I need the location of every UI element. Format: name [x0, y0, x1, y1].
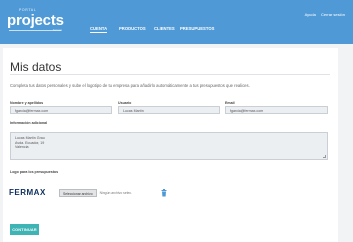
name-label: Nombre y apellidos	[10, 101, 44, 105]
company-logo-preview: FERMAX	[9, 188, 46, 197]
account-card: Mis datos Completa tus datos personales …	[3, 48, 338, 242]
nav-item-presupuestos[interactable]: Presupuestos	[180, 26, 214, 31]
trash-icon[interactable]	[161, 189, 167, 197]
file-input: Seleccionar archivo Ningún archivo selec…	[59, 189, 157, 197]
name-field[interactable]: fgarcia@fermax.com	[10, 106, 112, 114]
additional-info-textarea[interactable]: Lucas Martín Grau Avda. Ecuador, 19 Vale…	[10, 132, 328, 160]
email-field[interactable]: fgarcia@fermax.com	[225, 106, 328, 114]
additional-info-label: Información adicional	[10, 121, 48, 125]
logo-tag-text: fermax	[53, 28, 63, 32]
logo-upload-label: Logo para los presupuestos	[10, 170, 59, 174]
logout-link[interactable]: Cerrar sesión	[321, 12, 345, 17]
title-divider	[10, 74, 330, 75]
additional-info-line: Valencia	[15, 145, 29, 150]
resize-handle[interactable]	[323, 155, 326, 158]
page-description: Completa tus datos personales y sube el …	[10, 83, 250, 88]
select-file-button[interactable]: Seleccionar archivo	[59, 189, 97, 197]
nav-item-productos[interactable]: Productos	[119, 26, 146, 31]
help-link[interactable]: Ayuda	[305, 12, 316, 17]
file-status-text: Ningún archivo selec.	[99, 191, 133, 195]
email-label: Email	[225, 101, 235, 105]
top-header: PORTAL projects fermax Cuenta Productos …	[0, 0, 353, 44]
username-label: Usuario	[118, 101, 132, 105]
continue-button[interactable]: Continuar	[10, 224, 39, 235]
nav-item-clientes[interactable]: Clientes	[154, 26, 175, 31]
username-field[interactable]: Lucas Martín	[118, 106, 220, 114]
nav-item-cuenta[interactable]: Cuenta	[90, 26, 108, 33]
page-title: Mis datos	[10, 60, 62, 74]
user-links: Ayuda Cerrar sesión	[301, 12, 345, 17]
logo-main-text: projects	[7, 12, 64, 29]
